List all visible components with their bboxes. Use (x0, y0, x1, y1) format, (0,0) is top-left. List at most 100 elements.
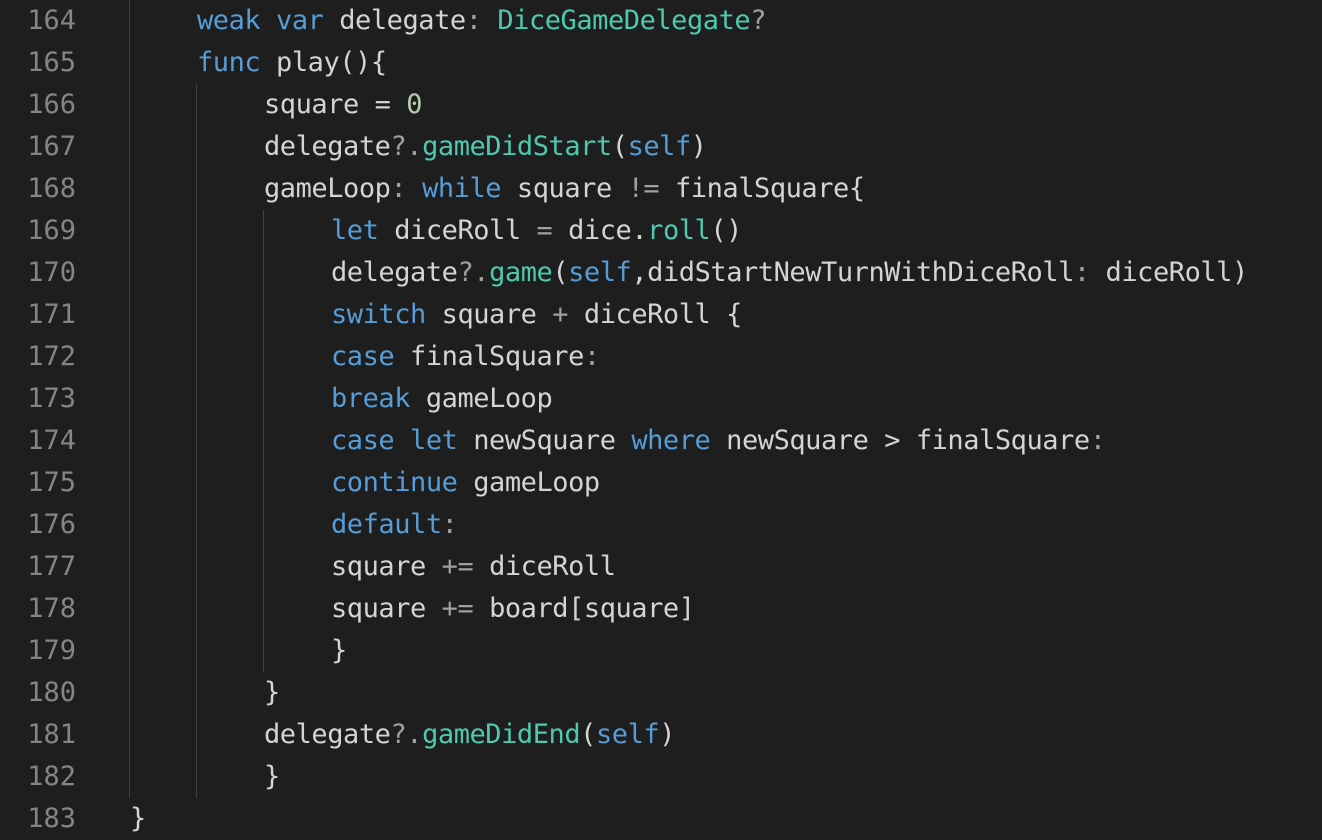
code-line[interactable]: 178 square += board[square] (0, 588, 1322, 630)
code-line[interactable]: 172 case finalSquare: (0, 336, 1322, 378)
code-token: : (1089, 425, 1106, 456)
code-line[interactable]: 164 weak var delegate: DiceGameDelegate? (0, 0, 1322, 42)
code-token: ?. (390, 131, 423, 162)
code-line[interactable]: 177 square += diceRoll (0, 546, 1322, 588)
code-line[interactable]: 183} (0, 798, 1322, 840)
line-number: 181 (27, 719, 76, 750)
code-token: } (130, 803, 146, 834)
line-number: 172 (27, 341, 76, 372)
line-number: 170 (27, 257, 76, 288)
line-number: 176 (27, 509, 76, 540)
code-token: delegate (339, 5, 466, 36)
code-token: + (552, 299, 584, 330)
code-token: : (1073, 257, 1106, 288)
code-token: switch (331, 299, 442, 330)
code-line[interactable]: 176 default: (0, 504, 1322, 546)
code-line[interactable]: 170 delegate?.game(self,didStartNewTurnWi… (0, 252, 1322, 294)
code-line[interactable]: 182} (0, 756, 1322, 798)
code-token: break (331, 383, 426, 414)
code-line[interactable]: 173 break gameLoop (0, 378, 1322, 420)
code-token: self (627, 131, 692, 162)
code-text: continue gameLoop (331, 462, 600, 504)
line-number: 182 (27, 761, 76, 792)
line-number: 179 (27, 635, 76, 666)
code-token: () (710, 215, 742, 246)
code-token: : (583, 341, 600, 372)
line-number: 178 (27, 593, 76, 624)
code-token: weak var (197, 5, 340, 36)
code-text: } (264, 672, 280, 714)
code-token: board[square] (489, 593, 695, 624)
code-token: roll (647, 215, 711, 246)
code-token: play(){ (276, 47, 387, 78)
code-token: square = (264, 89, 407, 120)
code-line[interactable]: 166 square = 0 (0, 84, 1322, 126)
code-line[interactable]: 167 delegate?.gameDidStart(self) (0, 126, 1322, 168)
code-token: self (568, 257, 632, 288)
line-number: 174 (27, 425, 76, 456)
line-number: 180 (27, 677, 76, 708)
code-text: delegate?.gameDidStart(self) (264, 126, 707, 168)
code-text: weak var delegate: DiceGameDelegate? (197, 0, 766, 42)
code-text: break gameLoop (331, 378, 553, 420)
code-token: newSquare (473, 425, 632, 456)
code-line[interactable]: 175 continue gameLoop (0, 462, 1322, 504)
line-number: 166 (27, 89, 76, 120)
code-token: newSquare > finalSquare (726, 425, 1090, 456)
code-text: square = 0 (264, 84, 423, 126)
code-token: diceRoll (489, 551, 616, 582)
code-text: gameLoop: while square != finalSquare{ (264, 168, 865, 210)
code-text: switch square + diceRoll { (331, 294, 742, 336)
code-token: 0 (406, 89, 423, 120)
code-text: } (130, 798, 146, 840)
line-number: 167 (27, 131, 76, 162)
code-token: += (441, 551, 490, 582)
code-token: square (441, 299, 553, 330)
code-token: ?. (390, 719, 423, 750)
code-text: } (264, 756, 280, 798)
line-number: 177 (27, 551, 76, 582)
code-token: gameLoop (264, 173, 391, 204)
code-token: finalSquare{ (674, 173, 865, 204)
code-token: ) (690, 131, 707, 162)
code-token: game (489, 257, 553, 288)
code-text: case let newSquare where newSquare > fin… (331, 420, 1106, 462)
code-text: let diceRoll = dice.roll() (331, 210, 742, 252)
code-token: gameLoop (425, 383, 553, 414)
code-token: delegate (331, 257, 458, 288)
code-token: ?. (457, 257, 490, 288)
code-token: continue (331, 467, 474, 498)
code-token: delegate (264, 131, 391, 162)
code-line[interactable]: 179} (0, 630, 1322, 672)
code-line[interactable]: 169 let diceRoll = dice.roll() (0, 210, 1322, 252)
code-line[interactable]: 165 func play(){ (0, 42, 1322, 84)
code-token: square (331, 593, 442, 624)
code-token: += (441, 593, 490, 624)
code-line[interactable]: 171 switch square + diceRoll { (0, 294, 1322, 336)
code-token: let (331, 215, 395, 246)
line-number: 165 (27, 47, 76, 78)
code-text: square += board[square] (331, 588, 695, 630)
code-token: dice. (568, 215, 648, 246)
code-line[interactable]: 181 delegate?.gameDidEnd(self) (0, 714, 1322, 756)
code-token: gameDidEnd (422, 719, 581, 750)
code-text: delegate?.game(self,didStartNewTurnWithD… (331, 252, 1248, 294)
code-text: delegate?.gameDidEnd(self) (264, 714, 675, 756)
code-line[interactable]: 174 case let newSquare where newSquare > … (0, 420, 1322, 462)
code-token: : (465, 5, 498, 36)
code-token: != (627, 173, 675, 204)
line-number: 168 (27, 173, 76, 204)
code-token: diceRoll (394, 215, 537, 246)
code-text: } (331, 630, 347, 672)
code-token: = (536, 215, 569, 246)
code-token: while (422, 173, 517, 204)
line-number: 164 (27, 5, 76, 36)
code-token: self (595, 719, 660, 750)
code-line[interactable]: 168 gameLoop: while square != finalSquare… (0, 168, 1322, 210)
code-token: } (264, 761, 280, 792)
code-line[interactable]: 180} (0, 672, 1322, 714)
code-text: square += diceRoll (331, 546, 616, 588)
code-token: : (390, 173, 423, 204)
code-token: ,didStartNewTurnWithDiceRoll (631, 257, 1074, 288)
code-editor[interactable]: 164 weak var delegate: DiceGameDelegate? 1… (0, 0, 1322, 840)
